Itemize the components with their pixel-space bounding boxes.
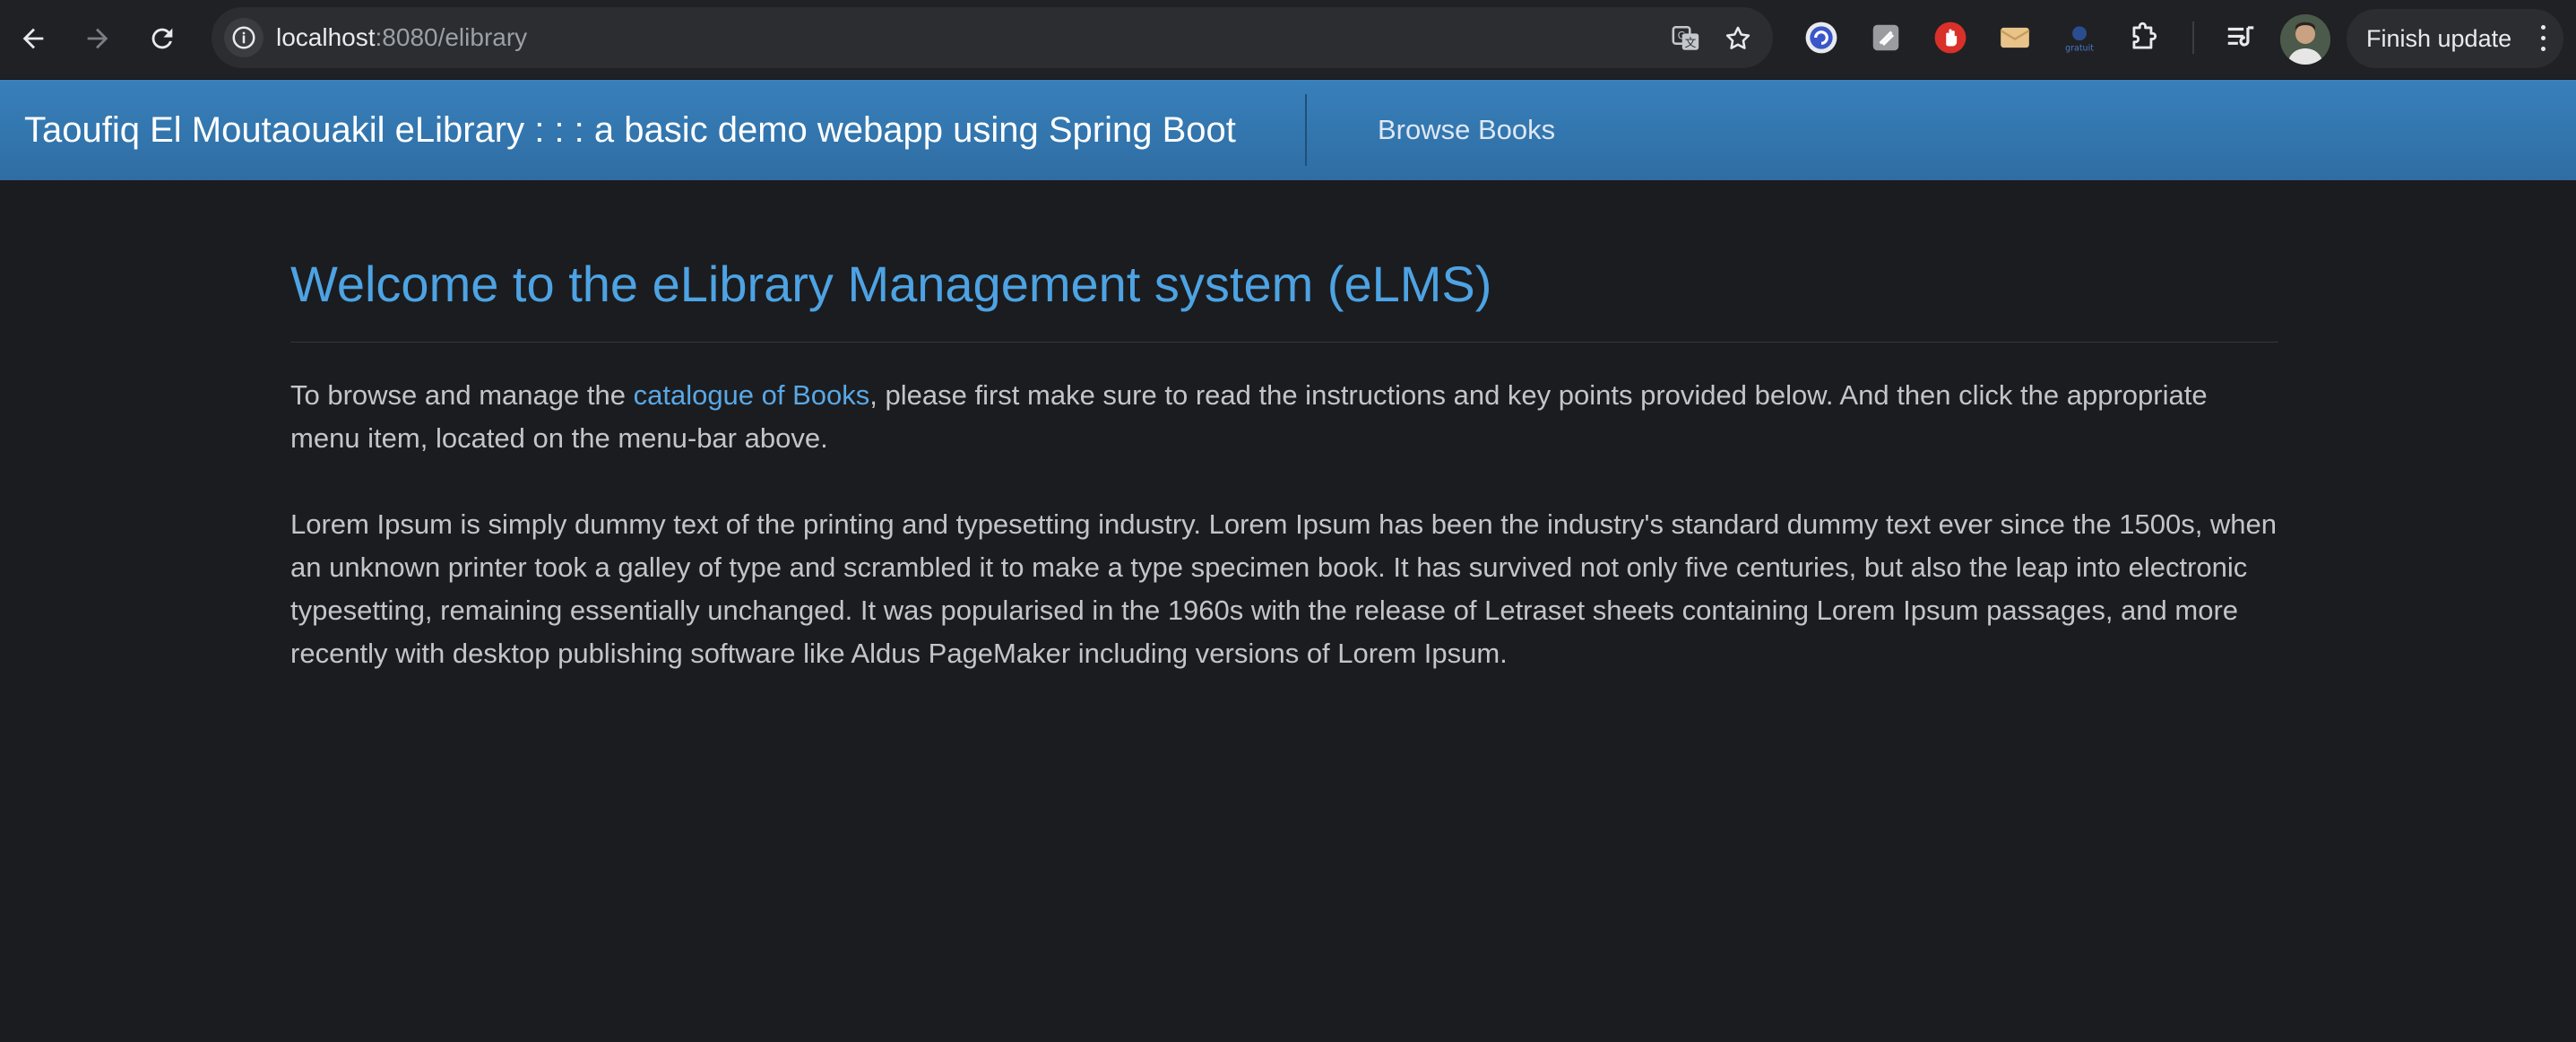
extension-accessibility-icon[interactable]	[1803, 20, 1839, 56]
forward-arrow-icon	[87, 28, 108, 49]
extension-adblock-icon[interactable]	[1932, 20, 1968, 56]
back-arrow-icon	[22, 28, 44, 49]
extension-notes-icon[interactable]	[1868, 20, 1904, 56]
app-navbar: Taoufiq El Moutaouakil eLibrary : : : a …	[0, 80, 2576, 180]
browser-toolbar: localhost:8080/elibrary 文G gratuit Finis…	[0, 0, 2576, 80]
url-path: :8080/elibrary	[375, 23, 528, 51]
finish-update-label: Finish update	[2366, 25, 2512, 52]
finish-update-button[interactable]: Finish update	[2347, 9, 2563, 68]
site-info-icon[interactable]	[224, 18, 264, 57]
page-title: Welcome to the eLibrary Management syste…	[290, 256, 1492, 312]
intro-paragraph: To browse and manage the catalogue of Bo…	[290, 374, 2278, 460]
lorem-paragraph: Lorem Ipsum is simply dummy text of the …	[290, 508, 2278, 669]
navbar-brand[interactable]: Taoufiq El Moutaouakil eLibrary : : : a …	[24, 80, 1236, 180]
browse-books-link[interactable]: Browse Books	[1378, 80, 1555, 180]
url-text[interactable]: localhost:8080/elibrary	[276, 23, 527, 52]
title-divider	[290, 342, 2278, 343]
navbar-divider	[1305, 94, 1307, 166]
bookmark-star-icon[interactable]	[1721, 22, 1755, 56]
profile-avatar[interactable]	[2280, 14, 2330, 65]
extension-envelope-icon[interactable]	[1997, 20, 2033, 56]
svg-text:G: G	[1678, 30, 1686, 42]
intro-text-before: To browse and manage the	[290, 379, 634, 411]
address-bar[interactable]: localhost:8080/elibrary 文G	[212, 7, 1773, 68]
reload-button[interactable]	[140, 16, 185, 61]
reload-icon	[151, 28, 173, 49]
extension-gratuit-icon[interactable]: gratuit	[2062, 20, 2097, 56]
back-button[interactable]	[11, 16, 56, 61]
extensions-puzzle-icon[interactable]	[2126, 20, 2162, 56]
catalogue-of-books-link[interactable]: catalogue of Books	[634, 379, 870, 411]
forward-button[interactable]	[75, 16, 120, 61]
svg-text:文: 文	[1685, 37, 1697, 50]
url-host: localhost	[276, 23, 376, 51]
more-vert-icon[interactable]	[2540, 25, 2547, 52]
avatar-photo-icon	[2280, 14, 2330, 65]
reading-list-icon[interactable]	[2223, 20, 2259, 56]
translate-icon[interactable]: 文G	[1669, 22, 1703, 56]
toolbar-divider	[2192, 22, 2194, 54]
svg-text:gratuit: gratuit	[2065, 43, 2094, 53]
